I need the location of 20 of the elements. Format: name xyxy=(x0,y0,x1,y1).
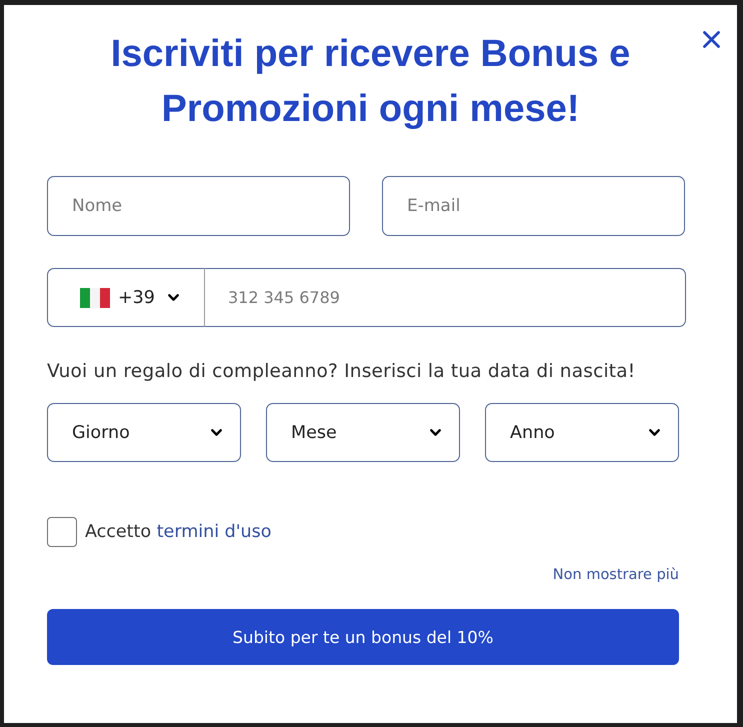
chevron-icon xyxy=(649,428,660,436)
dialog-title: Iscriviti per ricevere Bonus e Promozioni ogni mese! xyxy=(110,32,632,132)
checkbox[interactable] xyxy=(47,517,77,547)
chevron-icon xyxy=(211,428,222,436)
terms-label: Accetto termini d'uso xyxy=(85,521,272,544)
email-field[interactable]: E-mail xyxy=(382,176,685,236)
month-select[interactable]: Mese xyxy=(266,403,460,462)
chevron-icon xyxy=(430,428,441,436)
birthday-prompt-text: Vuoi un regalo di compleanno? Inserisci la tua data di nascita! xyxy=(47,360,636,384)
close-icon[interactable] xyxy=(703,31,720,48)
phone-number-field[interactable]: 312 345 6789 xyxy=(205,268,686,327)
chevron-icon xyxy=(168,294,179,302)
country-code-select[interactable]: +39 xyxy=(47,268,205,327)
terms-link[interactable]: termini d'uso xyxy=(156,522,272,542)
name-field[interactable]: Nome xyxy=(47,176,350,236)
day-select[interactable]: Giorno xyxy=(47,403,241,462)
submit-button[interactable]: Subito per te un bonus del 10% xyxy=(47,609,679,665)
year-select[interactable]: Anno xyxy=(485,403,679,462)
dont-show-again-link[interactable]: Non mostrare più xyxy=(552,565,679,585)
flag-icon xyxy=(80,288,110,308)
